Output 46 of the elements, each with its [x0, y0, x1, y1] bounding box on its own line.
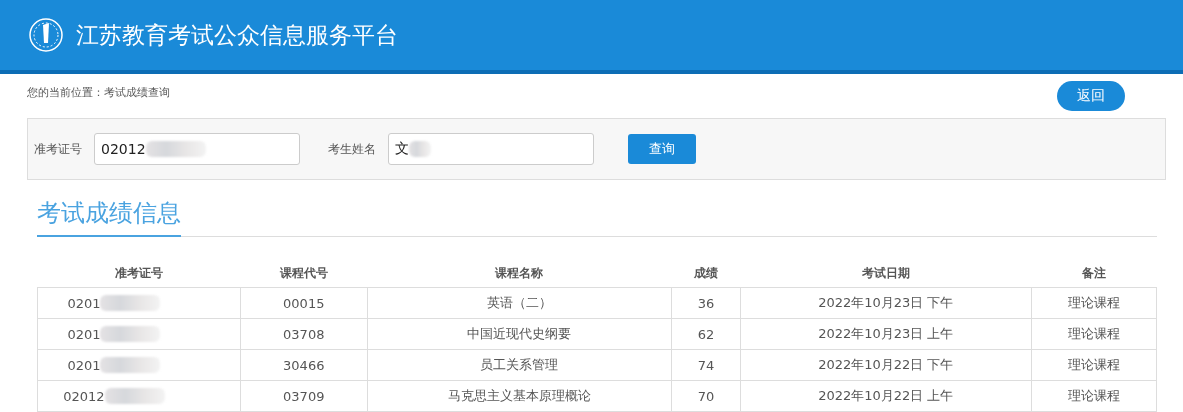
- query-button[interactable]: 查询: [628, 134, 696, 164]
- table-cell: 中国近现代史纲要: [367, 318, 672, 350]
- emblem-icon: [28, 17, 64, 53]
- table-cell: 03708: [240, 318, 368, 350]
- table-cell: 03709: [240, 380, 368, 412]
- table-cell: 36: [671, 287, 741, 319]
- table-cell: 0201: [37, 349, 241, 381]
- column-header: 成绩: [671, 259, 741, 288]
- table-cell: 02012: [37, 380, 241, 412]
- table-cell: 马克思主义基本原理概论: [367, 380, 672, 412]
- section-title: 考试成绩信息: [37, 194, 181, 237]
- column-header: 备注: [1031, 259, 1157, 288]
- redaction-blur: [100, 295, 161, 311]
- breadcrumb: 您的当前位置：考试成绩查询: [27, 84, 170, 100]
- table-cell: 70: [671, 380, 741, 412]
- column-header: 考试日期: [740, 259, 1032, 288]
- input-field[interactable]: 文: [388, 133, 594, 165]
- table-cell: 0201: [37, 287, 241, 319]
- table-cell: 74: [671, 349, 741, 381]
- table-cell: 理论课程: [1031, 318, 1157, 350]
- table-cell: 00015: [240, 287, 368, 319]
- table-cell: 2022年10月22日 上午: [740, 380, 1032, 412]
- table-cell: 英语（二）: [367, 287, 672, 319]
- table-cell: 2022年10月23日 上午: [740, 318, 1032, 350]
- table-cell: 理论课程: [1031, 287, 1157, 319]
- back-button[interactable]: 返回: [1057, 81, 1125, 111]
- column-header: 准考证号: [37, 259, 241, 288]
- redaction-blur: [145, 141, 206, 157]
- redaction-blur: [100, 326, 161, 342]
- redaction-blur: [409, 141, 431, 157]
- redaction-blur: [104, 388, 165, 404]
- table-cell: 2022年10月23日 下午: [740, 287, 1032, 319]
- site-title: 江苏教育考试公众信息服务平台: [76, 20, 398, 50]
- column-header: 课程名称: [367, 259, 672, 288]
- field-label: 考生姓名: [328, 140, 376, 158]
- input-field[interactable]: 02012: [94, 133, 300, 165]
- table-cell: 0201: [37, 318, 241, 350]
- table-cell: 30466: [240, 349, 368, 381]
- table-cell: 62: [671, 318, 741, 350]
- table-cell: 理论课程: [1031, 349, 1157, 381]
- field-label: 准考证号: [34, 140, 82, 158]
- column-header: 课程代号: [240, 259, 368, 288]
- redaction-blur: [100, 357, 161, 373]
- table-cell: 员工关系管理: [367, 349, 672, 381]
- table-cell: 理论课程: [1031, 380, 1157, 412]
- table-cell: 2022年10月22日 下午: [740, 349, 1032, 381]
